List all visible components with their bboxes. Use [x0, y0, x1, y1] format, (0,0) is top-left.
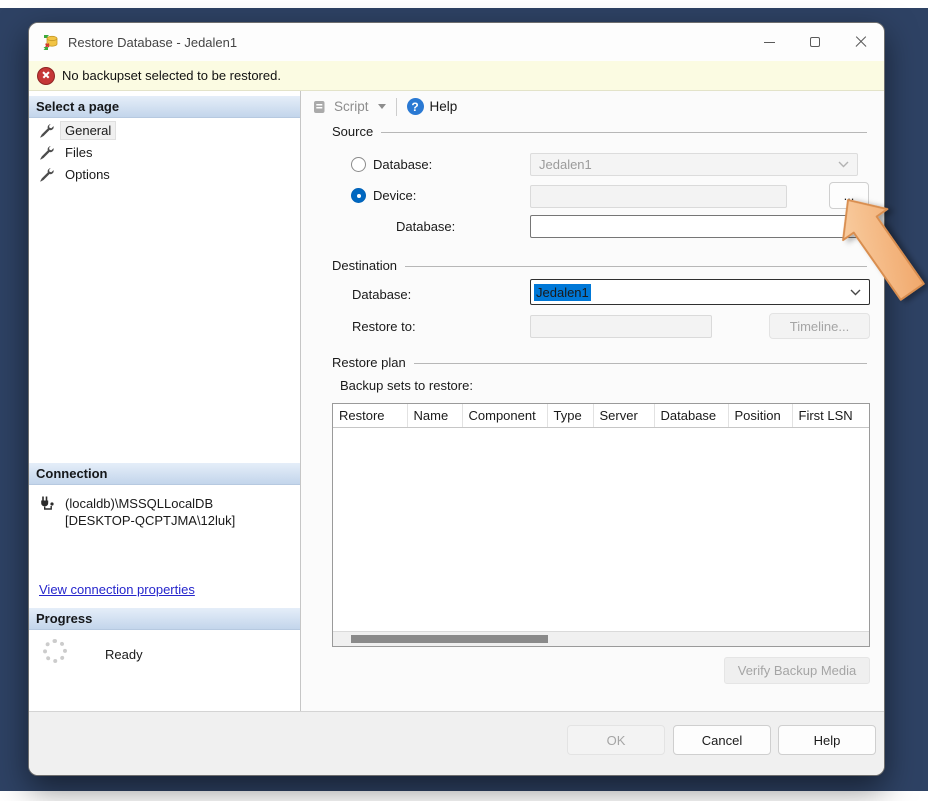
column-header-database: Database: [654, 404, 728, 427]
sidebar-item-label: Files: [61, 144, 96, 161]
section-rule: [381, 132, 867, 133]
select-a-page-header: Select a page: [29, 96, 300, 118]
error-icon: [37, 67, 55, 85]
horizontal-scrollbar[interactable]: [333, 631, 869, 646]
content-pane: Script ? Help Source Database: Jedalen1 …: [302, 91, 884, 713]
help-toolbar-button[interactable]: Help: [430, 99, 458, 114]
connection-server: (localdb)\MSSQLLocalDB: [65, 495, 235, 512]
chevron-down-icon: [850, 289, 861, 296]
restore-database-app-icon: [42, 34, 59, 51]
scrollbar-thumb[interactable]: [351, 635, 548, 643]
column-header-server: Server: [593, 404, 654, 427]
sidebar-item-files[interactable]: Files: [39, 144, 96, 161]
dialog-footer: OK Cancel Help: [29, 711, 884, 775]
restore-database-dialog: Restore Database - Jedalen1 No backupset…: [28, 22, 885, 776]
chevron-down-icon: [838, 161, 849, 168]
validation-alert-bar: No backupset selected to be restored.: [29, 61, 884, 91]
minimize-icon: [764, 42, 775, 43]
source-database-combobox[interactable]: Jedalen1: [530, 153, 858, 176]
cancel-button[interactable]: Cancel: [673, 725, 771, 755]
destination-database-combobox[interactable]: Jedalen1: [530, 279, 870, 305]
toolbar: Script ? Help: [302, 91, 884, 122]
destination-database-label: Database:: [352, 287, 411, 302]
column-header-component: Component: [462, 404, 547, 427]
progress-status: Ready: [105, 647, 143, 662]
connection-icon: [39, 495, 57, 513]
toolbar-separator: [396, 98, 397, 116]
window-title: Restore Database - Jedalen1: [68, 35, 237, 50]
source-database-value: Jedalen1: [539, 157, 592, 172]
destination-section-header: Destination: [332, 258, 867, 273]
restore-plan-section-header: Restore plan: [332, 355, 867, 370]
destination-database-value: Jedalen1: [534, 284, 591, 301]
verify-backup-media-button[interactable]: Verify Backup Media: [724, 657, 870, 684]
script-icon: [312, 99, 328, 115]
window-controls: [746, 23, 884, 61]
progress-header: Progress: [29, 608, 300, 630]
database-radio[interactable]: [351, 157, 366, 172]
device-radio[interactable]: [351, 188, 366, 203]
destination-section-label: Destination: [332, 258, 397, 273]
column-header-name: Name: [407, 404, 462, 427]
sidebar-item-general[interactable]: General: [39, 122, 115, 139]
device-radio-label: Device:: [373, 188, 416, 203]
wrench-icon: [39, 167, 54, 182]
close-button[interactable]: [838, 23, 884, 61]
restore-to-label: Restore to:: [352, 319, 416, 334]
restore-to-field[interactable]: [530, 315, 712, 338]
minimize-button[interactable]: [746, 23, 792, 61]
ok-button[interactable]: OK: [567, 725, 665, 755]
titlebar: Restore Database - Jedalen1: [29, 23, 884, 61]
column-header-first-lsn: First LSN: [792, 404, 869, 427]
chevron-down-icon: [850, 223, 861, 230]
column-header-type: Type: [547, 404, 593, 427]
browse-device-button[interactable]: ...: [829, 182, 869, 209]
device-path-field[interactable]: [530, 185, 787, 208]
connection-user: [DESKTOP-QCPTJMA\12luk]: [65, 512, 235, 529]
source-database-select-label: Database:: [396, 219, 455, 234]
restore-plan-section-label: Restore plan: [332, 355, 406, 370]
help-icon: ?: [407, 98, 424, 115]
alert-message: No backupset selected to be restored.: [62, 68, 281, 83]
database-radio-label: Database:: [373, 157, 432, 172]
backup-sets-table[interactable]: Restore Name Component Type Server Datab…: [332, 403, 870, 647]
close-icon: [855, 36, 867, 48]
sidebar: Select a page General Files Options Conn…: [29, 91, 301, 713]
script-dropdown-caret-icon[interactable]: [378, 104, 386, 109]
sidebar-item-options[interactable]: Options: [39, 166, 114, 183]
column-header-restore: Restore: [333, 404, 407, 427]
source-section-header: Source: [332, 124, 867, 139]
maximize-icon: [810, 37, 820, 47]
script-button[interactable]: Script: [334, 99, 369, 114]
view-connection-properties-link[interactable]: View connection properties: [39, 582, 195, 597]
backup-sets-label: Backup sets to restore:: [340, 378, 473, 393]
timeline-button[interactable]: Timeline...: [769, 313, 870, 339]
column-header-position: Position: [728, 404, 792, 427]
help-button[interactable]: Help: [778, 725, 876, 755]
connection-info: (localdb)\MSSQLLocalDB [DESKTOP-QCPTJMA\…: [39, 495, 235, 529]
sidebar-item-label: Options: [61, 166, 114, 183]
wrench-icon: [39, 145, 54, 160]
dialog-body: Select a page General Files Options Conn…: [29, 91, 884, 713]
progress-spinner-icon: [43, 639, 67, 663]
backup-sets-table-header: Restore Name Component Type Server Datab…: [333, 404, 869, 428]
sidebar-item-label: General: [61, 122, 115, 139]
connection-header: Connection: [29, 463, 300, 485]
section-rule: [405, 266, 867, 267]
maximize-button[interactable]: [792, 23, 838, 61]
wrench-icon: [39, 123, 54, 138]
section-rule: [414, 363, 867, 364]
source-section-label: Source: [332, 124, 373, 139]
source-database-select[interactable]: [530, 215, 870, 238]
